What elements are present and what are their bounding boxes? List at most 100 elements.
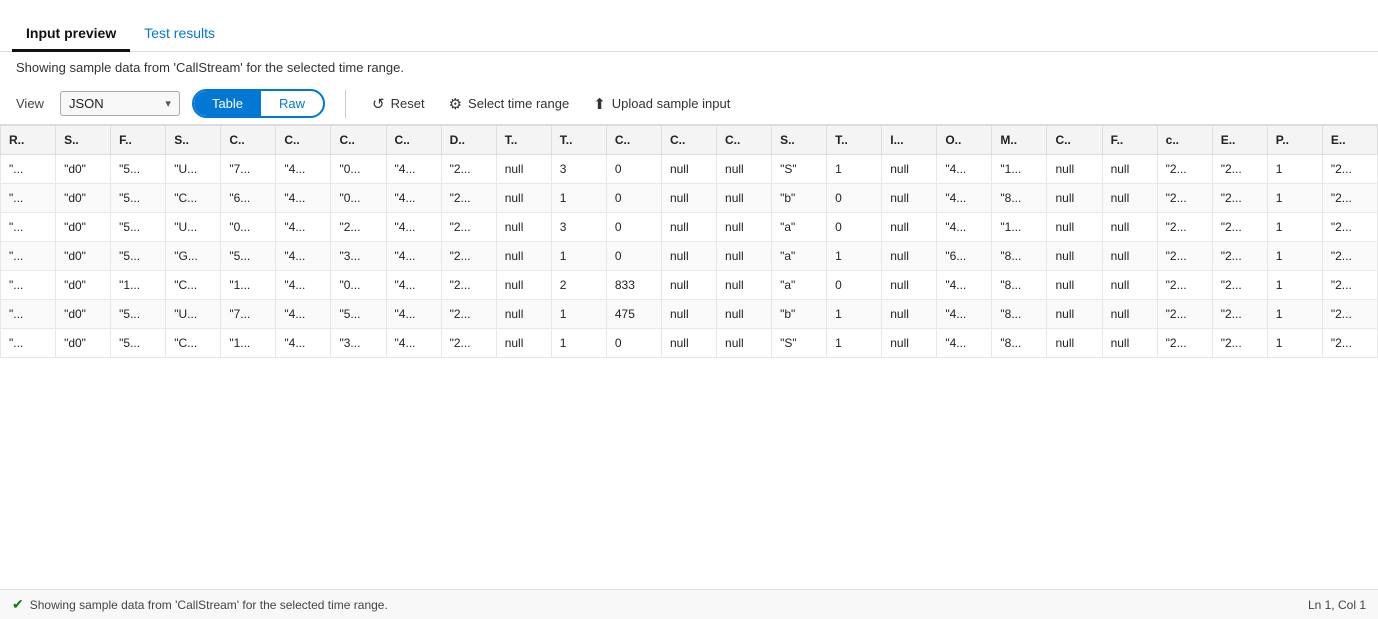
column-header: F.. <box>1102 126 1157 155</box>
column-header: C.. <box>661 126 716 155</box>
table-cell: "4... <box>386 329 441 358</box>
table-cell: "S" <box>772 155 827 184</box>
table-cell: "7... <box>221 300 276 329</box>
table-cell: null <box>882 271 937 300</box>
table-cell: null <box>661 300 716 329</box>
table-cell: "4... <box>937 155 992 184</box>
table-cell: null <box>496 155 551 184</box>
table-cell: null <box>882 213 937 242</box>
select-time-range-label: Select time range <box>468 96 569 111</box>
column-header: F.. <box>111 126 166 155</box>
table-row: "..."d0""5..."U..."0..."4..."2..."4..."2… <box>1 213 1378 242</box>
table-cell: "2... <box>1322 184 1377 213</box>
column-header: S.. <box>166 126 221 155</box>
view-dropdown[interactable]: JSON ▾ <box>60 91 180 116</box>
table-cell: null <box>1102 242 1157 271</box>
table-cell: 1 <box>1267 329 1322 358</box>
table-cell: null <box>661 155 716 184</box>
toggle-raw-button[interactable]: Raw <box>261 91 323 116</box>
table-cell: "... <box>1 184 56 213</box>
table-cell: null <box>496 242 551 271</box>
table-cell: 1 <box>1267 155 1322 184</box>
upload-sample-button[interactable]: ⬆ Upload sample input <box>587 91 736 117</box>
table-cell: null <box>1102 155 1157 184</box>
cursor-position: Ln 1, Col 1 <box>1308 598 1366 612</box>
table-cell: "... <box>1 242 56 271</box>
toggle-table-button[interactable]: Table <box>194 91 261 116</box>
table-cell: null <box>1102 329 1157 358</box>
table-cell: "4... <box>937 184 992 213</box>
tab-input-preview[interactable]: Input preview <box>12 15 130 52</box>
reset-button[interactable]: ↺ Reset <box>366 91 431 117</box>
column-header: S.. <box>772 126 827 155</box>
table-cell: "1... <box>992 213 1047 242</box>
column-header: P.. <box>1267 126 1322 155</box>
select-time-range-button[interactable]: ⚙ Select time range <box>443 91 576 117</box>
table-cell: "6... <box>937 242 992 271</box>
table-cell: "4... <box>276 184 331 213</box>
table-cell: "2... <box>1212 155 1267 184</box>
table-cell: "4... <box>937 213 992 242</box>
table-cell: null <box>717 213 772 242</box>
table-cell: "5... <box>111 213 166 242</box>
table-cell: "2... <box>1157 184 1212 213</box>
table-cell: 0 <box>827 271 882 300</box>
table-cell: "2... <box>441 329 496 358</box>
table-cell: null <box>496 184 551 213</box>
table-cell: "8... <box>992 271 1047 300</box>
table-cell: null <box>661 213 716 242</box>
table-cell: 0 <box>827 213 882 242</box>
table-cell: 1 <box>827 155 882 184</box>
table-cell: "2... <box>441 271 496 300</box>
tabs-bar: Input preview Test results <box>0 0 1378 52</box>
table-cell: 833 <box>606 271 661 300</box>
table-cell: "2... <box>1322 242 1377 271</box>
table-cell: 1 <box>1267 271 1322 300</box>
table-cell: null <box>496 271 551 300</box>
table-cell: 1 <box>1267 242 1322 271</box>
upload-icon: ⬆ <box>593 95 606 113</box>
table-cell: 1 <box>827 300 882 329</box>
data-table-container[interactable]: R..S..F..S..C..C..C..C..D..T..T..C..C..C… <box>0 124 1378 589</box>
table-cell: "a" <box>772 271 827 300</box>
table-cell: "2... <box>1212 329 1267 358</box>
table-cell: "3... <box>331 329 386 358</box>
table-cell: null <box>1047 271 1102 300</box>
table-cell: 475 <box>606 300 661 329</box>
table-cell: "6... <box>221 184 276 213</box>
table-cell: "2... <box>1157 155 1212 184</box>
table-cell: null <box>1047 300 1102 329</box>
table-cell: "4... <box>386 242 441 271</box>
table-row: "..."d0""5..."U..."7..."4..."5..."4..."2… <box>1 300 1378 329</box>
table-cell: "5... <box>111 242 166 271</box>
table-cell: "2... <box>1212 242 1267 271</box>
table-cell: null <box>882 155 937 184</box>
table-cell: "2... <box>1322 155 1377 184</box>
table-cell: 0 <box>606 184 661 213</box>
table-cell: null <box>1102 271 1157 300</box>
table-row: "..."d0""5..."G..."5..."4..."3..."4..."2… <box>1 242 1378 271</box>
table-cell: 0 <box>827 184 882 213</box>
column-header: C.. <box>276 126 331 155</box>
table-cell: "5... <box>111 300 166 329</box>
table-cell: "0... <box>331 184 386 213</box>
table-cell: null <box>496 300 551 329</box>
table-cell: 3 <box>551 155 606 184</box>
table-cell: 3 <box>551 213 606 242</box>
table-cell: "2... <box>441 300 496 329</box>
table-cell: "4... <box>276 300 331 329</box>
table-cell: "... <box>1 213 56 242</box>
table-cell: 0 <box>606 213 661 242</box>
column-header: S.. <box>56 126 111 155</box>
table-cell: "1... <box>221 271 276 300</box>
table-cell: null <box>717 271 772 300</box>
column-header: O.. <box>937 126 992 155</box>
table-cell: "4... <box>276 242 331 271</box>
table-cell: "4... <box>937 329 992 358</box>
column-header: C.. <box>386 126 441 155</box>
table-cell: null <box>717 184 772 213</box>
tab-test-results[interactable]: Test results <box>130 15 229 52</box>
bottom-status-left: ✔ Showing sample data from 'CallStream' … <box>12 596 388 613</box>
table-cell: "4... <box>276 213 331 242</box>
table-cell: "4... <box>386 300 441 329</box>
